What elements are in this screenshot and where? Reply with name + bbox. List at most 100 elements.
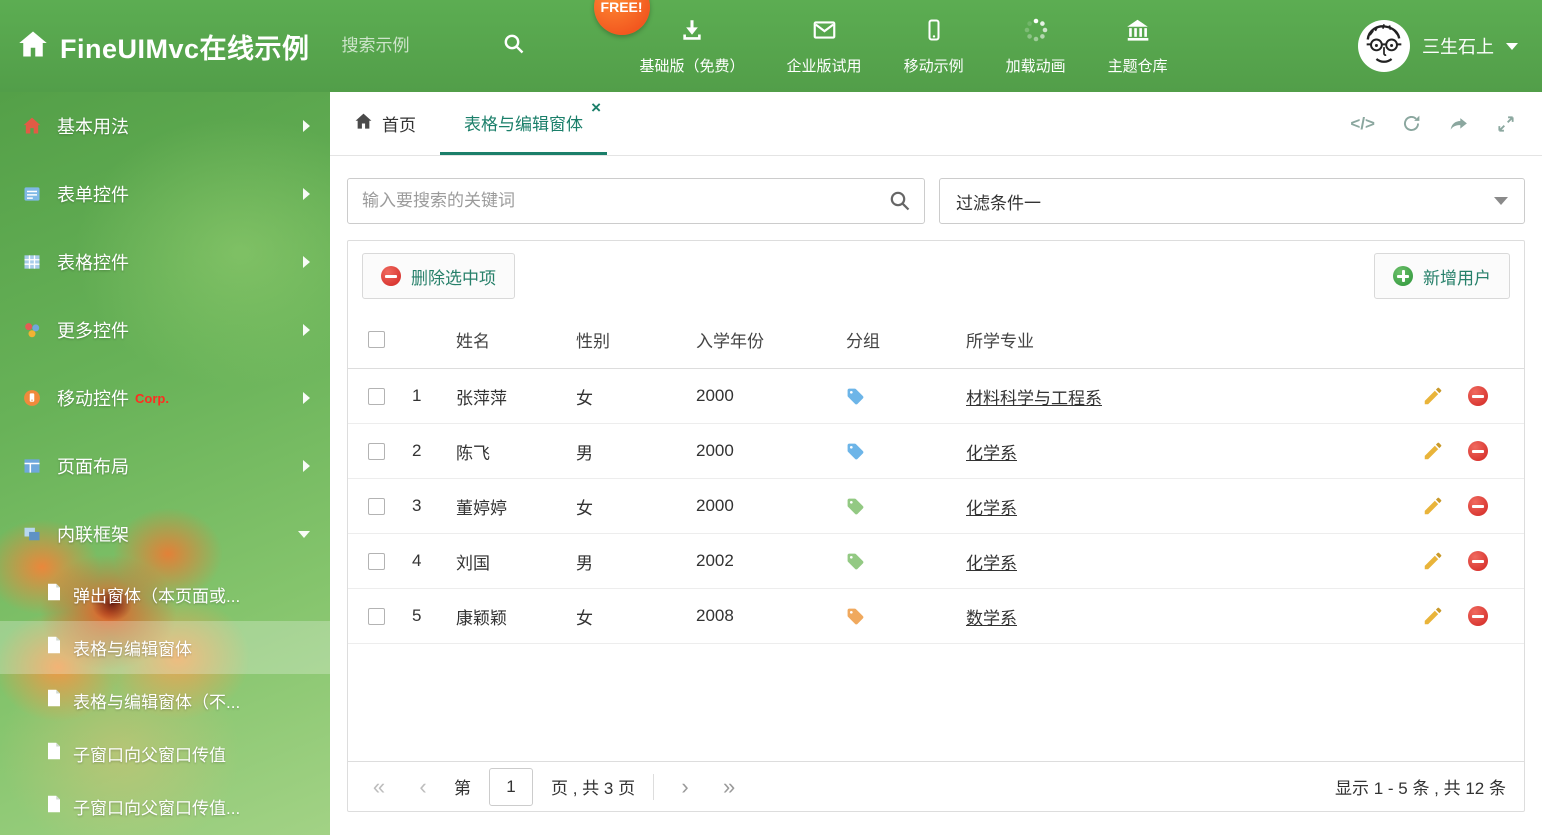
cell-gender: 男 xyxy=(576,443,593,463)
sidebar-subitem-child-to-parent[interactable]: 子窗口向父窗口传值 xyxy=(0,727,330,780)
column-header-year[interactable]: 入学年份 xyxy=(696,327,846,352)
page-suffix-label: 页 , 共 3 页 xyxy=(551,779,636,798)
sidebar-item-more-controls[interactable]: 更多控件 xyxy=(0,296,330,364)
sidebar-item-label: 移动控件 xyxy=(57,389,129,409)
major-link[interactable]: 化学系 xyxy=(966,439,1017,464)
nav-item-theme-repo[interactable]: 主题仓库 xyxy=(1108,17,1168,76)
tab-bar: 首页 表格与编辑窗体 × </> xyxy=(330,92,1542,156)
spinner-icon xyxy=(1023,17,1049,48)
major-link[interactable]: 数学系 xyxy=(966,604,1017,629)
sidebar-item-label: 基本用法 xyxy=(57,117,129,137)
file-icon xyxy=(46,795,62,818)
keyword-search-input[interactable] xyxy=(347,178,925,224)
major-link[interactable]: 化学系 xyxy=(966,549,1017,574)
sidebar-subitem-grid-edit-window-2[interactable]: 表格与编辑窗体（不... xyxy=(0,674,330,727)
row-checkbox[interactable] xyxy=(368,552,385,570)
nav-item-basic-free[interactable]: FREE! 基础版（免费） xyxy=(593,0,745,76)
pagination-bar: « ‹ 第 页 , 共 3 页 › » 显示 1 - 5 条 , 共 12 条 xyxy=(348,761,1524,811)
top-search-input[interactable] xyxy=(341,36,502,56)
search-icon[interactable] xyxy=(502,32,526,61)
file-icon xyxy=(46,742,62,765)
tab-home[interactable]: 首页 xyxy=(330,92,440,155)
major-link[interactable]: 材料科学与工程系 xyxy=(966,384,1102,409)
nav-item-mobile-demo[interactable]: 移动示例 xyxy=(904,17,964,76)
table-row[interactable]: 4 刘国 男 2002 化学系 xyxy=(348,534,1524,589)
next-page-button[interactable]: › xyxy=(672,774,698,800)
delete-row-icon[interactable] xyxy=(1468,551,1488,571)
chevron-right-icon xyxy=(303,392,310,404)
grid-empty-space xyxy=(348,644,1524,761)
sidebar-item-label: 内联框架 xyxy=(57,525,129,545)
filter-dropdown-value: 过滤条件一 xyxy=(956,193,1041,213)
sidebar-subitem-grid-edit-window[interactable]: 表格与编辑窗体 xyxy=(0,621,330,674)
page-number-input[interactable] xyxy=(489,767,533,806)
table-row[interactable]: 5 康颖颖 女 2008 数学系 xyxy=(348,589,1524,644)
cell-name: 董婷婷 xyxy=(456,498,507,518)
edit-icon[interactable] xyxy=(1422,385,1444,407)
search-icon[interactable] xyxy=(888,189,912,218)
edit-icon[interactable] xyxy=(1422,495,1444,517)
column-header-name[interactable]: 姓名 xyxy=(456,327,576,352)
column-header-gender[interactable]: 性别 xyxy=(576,327,696,352)
user-menu[interactable]: 三生石上 xyxy=(1358,20,1518,72)
add-user-button[interactable]: 新增用户 xyxy=(1374,253,1510,299)
tab-grid-edit-window[interactable]: 表格与编辑窗体 × xyxy=(440,92,607,155)
brand[interactable]: FineUIMvc在线示例 xyxy=(18,27,310,66)
edit-icon[interactable] xyxy=(1422,605,1444,627)
sidebar-item-grid-controls[interactable]: 表格控件 xyxy=(0,228,330,296)
table-row[interactable]: 1 张萍萍 女 2000 材料科学与工程系 xyxy=(348,369,1524,424)
table-header: 姓名 性别 入学年份 分组 所学专业 xyxy=(348,311,1524,369)
mobile-icon xyxy=(20,388,44,408)
column-header-major[interactable]: 所学专业 xyxy=(966,327,1384,352)
chevron-down-icon xyxy=(1494,197,1508,205)
edit-icon[interactable] xyxy=(1422,550,1444,572)
chevron-right-icon xyxy=(303,324,310,336)
filter-dropdown[interactable]: 过滤条件一 xyxy=(939,178,1525,224)
bank-icon xyxy=(1124,17,1151,48)
tag-icon xyxy=(846,387,865,406)
delete-row-icon[interactable] xyxy=(1468,606,1488,626)
row-checkbox[interactable] xyxy=(368,387,385,405)
sidebar-subitem-label: 子窗口向父窗口传值 xyxy=(73,746,226,765)
delete-row-icon[interactable] xyxy=(1468,441,1488,461)
delete-selected-button[interactable]: 删除选中项 xyxy=(362,253,515,299)
share-forward-icon[interactable] xyxy=(1448,113,1470,134)
row-index: 5 xyxy=(412,606,422,625)
column-header-group[interactable]: 分组 xyxy=(846,327,966,352)
edit-icon[interactable] xyxy=(1422,440,1444,462)
major-link[interactable]: 化学系 xyxy=(966,494,1017,519)
top-header: FineUIMvc在线示例 FREE! 基础版（免费） 企业版试用 xyxy=(0,0,1542,92)
nav-item-loading-animations[interactable]: 加载动画 xyxy=(1006,17,1066,76)
layout-icon xyxy=(20,456,44,476)
more-icon xyxy=(20,320,44,340)
close-icon[interactable]: × xyxy=(591,99,601,116)
sidebar-item-inline-frame[interactable]: 内联框架 xyxy=(0,500,330,568)
chevron-right-icon xyxy=(303,460,310,472)
sidebar-item-basic-usage[interactable]: 基本用法 xyxy=(0,92,330,160)
row-checkbox[interactable] xyxy=(368,607,385,625)
sidebar-item-mobile-controls[interactable]: 移动控件 Corp. xyxy=(0,364,330,432)
expand-icon[interactable] xyxy=(1496,114,1516,134)
tab-label: 表格与编辑窗体 xyxy=(464,114,583,134)
sidebar-item-page-layout[interactable]: 页面布局 xyxy=(0,432,330,500)
sidebar-item-label: 更多控件 xyxy=(57,321,129,341)
corp-badge: Corp. xyxy=(135,390,169,406)
delete-row-icon[interactable] xyxy=(1468,496,1488,516)
source-code-icon[interactable]: </> xyxy=(1350,114,1375,134)
sidebar-item-form-controls[interactable]: 表单控件 xyxy=(0,160,330,228)
row-checkbox[interactable] xyxy=(368,442,385,460)
refresh-icon[interactable] xyxy=(1401,113,1422,134)
select-all-checkbox[interactable] xyxy=(368,331,385,348)
nav-item-enterprise-trial[interactable]: 企业版试用 xyxy=(787,17,862,76)
table-row[interactable]: 3 董婷婷 女 2000 化学系 xyxy=(348,479,1524,534)
last-page-button[interactable]: » xyxy=(716,774,742,800)
prev-page-button[interactable]: ‹ xyxy=(410,774,436,800)
delete-row-icon[interactable] xyxy=(1468,386,1488,406)
table-row[interactable]: 2 陈飞 男 2000 化学系 xyxy=(348,424,1524,479)
row-checkbox[interactable] xyxy=(368,497,385,515)
grid-toolbar: 删除选中项 新增用户 xyxy=(348,241,1524,311)
button-label: 新增用户 xyxy=(1423,268,1491,288)
first-page-button[interactable]: « xyxy=(366,774,392,800)
sidebar-subitem-popup-window[interactable]: 弹出窗体（本页面或... xyxy=(0,568,330,621)
sidebar-subitem-child-to-parent-2[interactable]: 子窗口向父窗口传值... xyxy=(0,780,330,833)
